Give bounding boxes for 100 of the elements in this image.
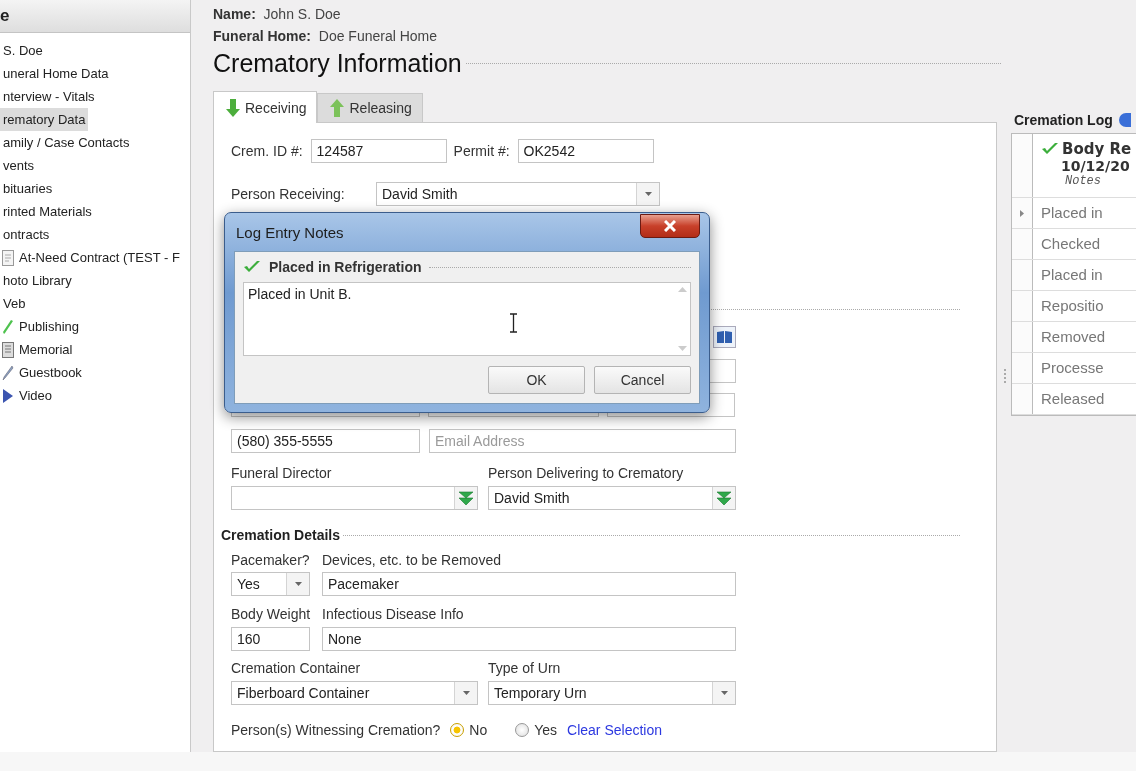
- dialog-button[interactable]: OK: [488, 366, 585, 394]
- page-icon: [2, 341, 14, 358]
- page-title: Crematory Information: [213, 49, 462, 78]
- text-field[interactable]: 124587: [310, 139, 447, 163]
- row-selector[interactable]: [1012, 353, 1033, 383]
- table-cell[interactable]: Removed: [1033, 322, 1106, 352]
- row-selector[interactable]: [1012, 134, 1033, 197]
- notes-field[interactable]: Placed in Unit B.: [243, 282, 691, 356]
- funeral-home-line: Funeral Home: Doe Funeral Home: [213, 27, 439, 46]
- up-arrow-icon: [330, 99, 345, 117]
- radio-label[interactable]: Yes: [534, 722, 558, 738]
- column-subheader: Notes: [1064, 174, 1102, 188]
- table-cell[interactable]: Released: [1033, 384, 1105, 414]
- quill-icon: [2, 364, 14, 381]
- double-arrow-icon: [716, 490, 732, 506]
- current-row-icon: [1020, 209, 1024, 217]
- sidebar-item[interactable]: vents: [0, 154, 38, 177]
- dropdown-field[interactable]: David Smith: [376, 182, 660, 206]
- scroll-down-icon[interactable]: [677, 346, 687, 351]
- row-selector[interactable]: [1012, 322, 1033, 352]
- row-selector[interactable]: [1012, 384, 1033, 414]
- row-selector[interactable]: [1012, 260, 1033, 290]
- book-icon[interactable]: [713, 326, 736, 348]
- sidebar-item[interactable]: nterview - Vitals: [0, 85, 98, 108]
- scroll-up-icon[interactable]: [677, 287, 687, 292]
- close-icon: [664, 220, 676, 232]
- row-selector[interactable]: [1012, 229, 1033, 259]
- splitter-grip[interactable]: [1004, 369, 1008, 383]
- video-icon: [2, 387, 14, 404]
- field-label: Permit #:: [453, 143, 510, 159]
- sidebar-item[interactable]: Publishing: [17, 315, 82, 338]
- sidebar-item[interactable]: Memorial: [17, 338, 76, 361]
- sidebar-item[interactable]: uneral Home Data: [0, 62, 112, 85]
- field-label: Person(s) Witnessing Cremation?: [231, 722, 441, 738]
- field-label: Person Receiving:: [231, 186, 346, 202]
- dropdown-arrow-icon: [294, 582, 302, 586]
- text-field[interactable]: Pacemaker: [322, 572, 736, 596]
- double-arrow-icon: [458, 490, 474, 506]
- field-label: Type of Urn: [488, 660, 561, 676]
- field-label: Body Weight: [231, 606, 312, 622]
- column-header: Body Re: [1062, 140, 1132, 158]
- dropdown-field[interactable]: Temporary Urn: [488, 681, 736, 705]
- dropdown-field[interactable]: Yes: [231, 572, 310, 596]
- panel-title: Cremation Log: [1014, 112, 1113, 128]
- field-label: Funeral Director: [231, 465, 333, 481]
- field-label: Crem. ID #:: [231, 143, 303, 159]
- dialog-title: Log Entry Notes: [235, 224, 345, 241]
- sidebar-item[interactable]: rematory Data: [0, 108, 89, 131]
- table-cell[interactable]: Checked: [1033, 229, 1101, 259]
- dropdown-arrow-icon: [644, 192, 652, 196]
- check-icon: [243, 260, 261, 274]
- sidebar-item[interactable]: bituaries: [0, 177, 56, 200]
- entry-title: Placed in Refrigeration: [269, 259, 422, 275]
- pen-icon: [2, 318, 14, 335]
- dialog-button[interactable]: Cancel: [594, 366, 691, 394]
- panel-title: e: [0, 0, 190, 33]
- name-line: Name: John S. Doe: [213, 5, 342, 24]
- close-button[interactable]: [640, 214, 700, 238]
- text-cursor-icon: [509, 313, 518, 333]
- sidebar-item[interactable]: At-Need Contract (TEST - F: [17, 246, 183, 269]
- phone-field[interactable]: (580) 355-5555: [231, 429, 420, 453]
- email-field[interactable]: Email Address: [429, 429, 736, 453]
- sidebar-item[interactable]: hoto Library: [0, 269, 75, 292]
- text-field[interactable]: OK2542: [517, 139, 654, 163]
- dropdown-field[interactable]: David Smith: [488, 486, 736, 510]
- radio-button[interactable]: [450, 723, 465, 737]
- sidebar-item[interactable]: amily / Case Contacts: [0, 131, 133, 154]
- row-selector[interactable]: [1012, 291, 1033, 321]
- column-date: 10/12/20: [1060, 158, 1131, 174]
- tab[interactable]: Releasing: [317, 93, 423, 122]
- sidebar-item[interactable]: Guestbook: [17, 361, 85, 384]
- field-label: Devices, etc. to be Removed: [322, 552, 501, 568]
- text-field[interactable]: 160: [231, 627, 310, 651]
- sidebar-item[interactable]: ontracts: [0, 223, 53, 246]
- field-label: Infectious Disease Info: [322, 606, 464, 622]
- table-cell[interactable]: Placed in: [1033, 260, 1103, 290]
- table-cell[interactable]: Repositio: [1033, 291, 1104, 321]
- field-label: Person Delivering to Crematory: [488, 465, 684, 481]
- clear-selection-link[interactable]: Clear Selection: [567, 722, 662, 738]
- info-icon[interactable]: [1118, 113, 1131, 127]
- table-cell[interactable]: Processe: [1033, 353, 1104, 383]
- sidebar-item[interactable]: Video: [17, 384, 55, 407]
- field-label: Pacemaker?: [231, 552, 311, 568]
- table-cell[interactable]: Placed in: [1033, 198, 1103, 228]
- field-label: Cremation Container: [231, 660, 362, 676]
- tab[interactable]: Receiving: [213, 91, 318, 123]
- section-title: Cremation Details: [221, 527, 341, 543]
- check-icon: [1041, 142, 1059, 156]
- sidebar-item[interactable]: rinted Materials: [0, 200, 95, 223]
- dropdown-field[interactable]: Fiberboard Container: [231, 681, 478, 705]
- dropdown-arrow-icon: [462, 691, 470, 695]
- sidebar-item[interactable]: Veb: [0, 292, 29, 315]
- radio-button[interactable]: [515, 723, 530, 737]
- dropdown-arrow-icon: [720, 691, 728, 695]
- down-arrow-icon: [226, 98, 240, 117]
- text-field[interactable]: None: [322, 627, 736, 651]
- radio-label[interactable]: No: [469, 722, 488, 738]
- dropdown-field[interactable]: [231, 486, 478, 510]
- row-selector[interactable]: [1012, 198, 1033, 228]
- sidebar-item[interactable]: S. Doe: [0, 39, 46, 62]
